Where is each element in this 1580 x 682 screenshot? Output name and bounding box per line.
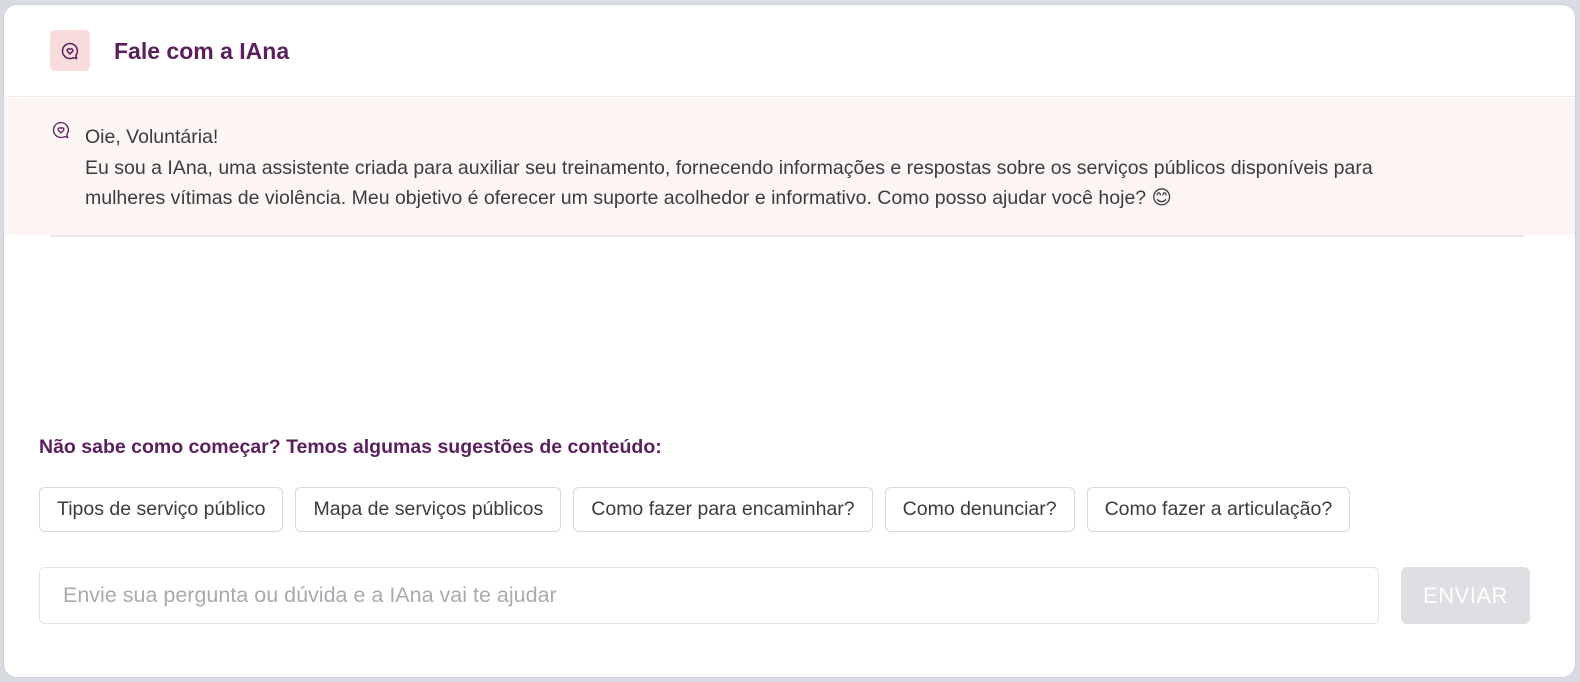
message-greeting: Oie, Voluntária!	[85, 126, 219, 148]
suggestion-chip-mapa-servicos[interactable]: Mapa de serviços públicos	[295, 487, 562, 532]
suggestion-chip-articulacao[interactable]: Como fazer a articulação?	[1086, 487, 1351, 532]
suggestion-chip-tipos-servico[interactable]: Tipos de serviço público	[39, 487, 284, 532]
chat-panel: Fale com a IAna Oie, Voluntária! Eu sou …	[3, 4, 1576, 678]
chat-header: Fale com a IAna	[4, 5, 1575, 97]
assistant-message: Oie, Voluntária! Eu sou a IAna, uma assi…	[4, 98, 1575, 235]
suggestion-chips: Tipos de serviço público Mapa de serviço…	[39, 487, 1351, 532]
suggestions-title: Não sabe como começar? Temos algumas sug…	[39, 436, 662, 458]
chat-title: Fale com a IAna	[114, 38, 290, 64]
chat-heart-icon	[51, 120, 71, 140]
send-button[interactable]: ENVIAR	[1401, 567, 1530, 624]
assistant-message-text: Oie, Voluntária! Eu sou a IAna, uma assi…	[85, 122, 1445, 214]
suggestion-chip-encaminhar[interactable]: Como fazer para encaminhar?	[573, 487, 873, 532]
message-body: Eu sou a IAna, uma assistente criada par…	[85, 156, 1373, 210]
question-input[interactable]	[39, 567, 1379, 624]
suggestion-chip-denunciar[interactable]: Como denunciar?	[884, 487, 1075, 532]
chat-heart-icon	[50, 30, 90, 71]
message-divider	[50, 235, 1524, 237]
